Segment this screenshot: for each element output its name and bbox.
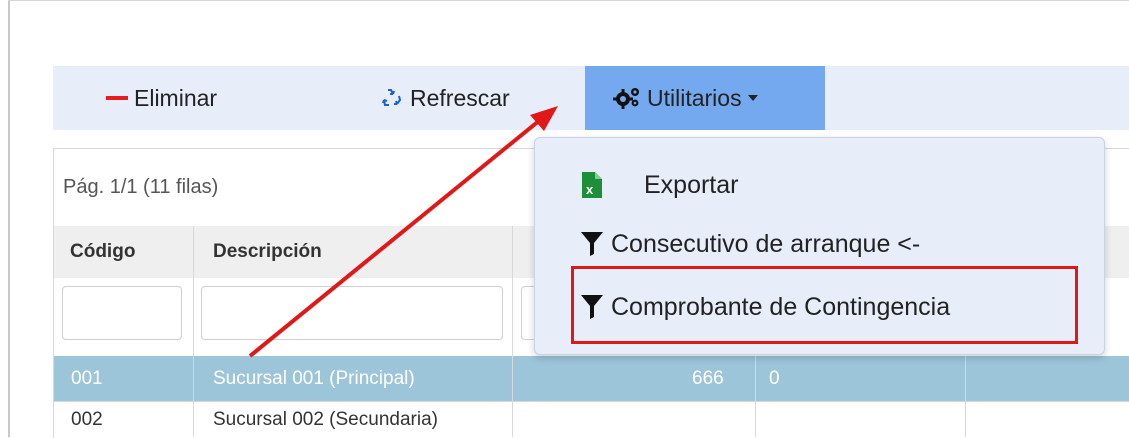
column-divider <box>755 356 756 437</box>
funnel-icon <box>581 295 603 319</box>
eliminar-button[interactable]: Eliminar <box>106 66 217 130</box>
column-header-codigo[interactable]: Código <box>70 226 135 278</box>
column-divider <box>512 226 513 437</box>
cell-codigo: 002 <box>71 409 103 430</box>
frame-border-top <box>8 0 1129 1</box>
row-divider <box>54 401 1129 402</box>
caret-down-icon <box>747 95 758 101</box>
cell-extra: 0 <box>769 368 780 389</box>
utilitarios-label: Utilitarios <box>647 84 742 111</box>
column-divider <box>965 356 966 437</box>
svg-text:x: x <box>586 182 594 197</box>
refrescar-label: Refrescar <box>410 84 510 111</box>
menu-item-label: Consecutivo de arranque <- <box>611 229 921 258</box>
cell-descripcion: Sucursal 001 (Principal) <box>213 368 415 389</box>
eliminar-label: Eliminar <box>134 84 218 111</box>
excel-icon: x <box>582 172 602 198</box>
menu-item-comprobante-de-contingencia[interactable]: Comprobante de Contingencia <box>535 282 1104 332</box>
column-header-descripcion[interactable]: Descripción <box>213 226 322 278</box>
recycle-icon <box>380 86 404 110</box>
utilitarios-dropdown-button[interactable]: Utilitarios <box>585 66 825 130</box>
menu-item-consecutivo-de-arranque[interactable]: Consecutivo de arranque <- <box>535 219 1104 269</box>
cell-valor: 666 <box>692 368 724 389</box>
gears-icon <box>613 86 641 110</box>
menu-item-label: Comprobante de Contingencia <box>611 292 951 321</box>
frame-border-left <box>8 0 10 437</box>
minus-icon <box>106 96 128 100</box>
toolbar: Eliminar Refrescar Utilitarios <box>53 66 1129 130</box>
menu-item-exportar[interactable]: x Exportar <box>535 160 1104 210</box>
cell-descripcion: Sucursal 002 (Secundaria) <box>213 409 438 430</box>
refrescar-button[interactable]: Refrescar <box>380 66 510 130</box>
utilitarios-dropdown-menu: x Exportar Consecutivo de arranque <- Co… <box>534 137 1105 355</box>
menu-item-label: Exportar <box>644 170 739 199</box>
page-info: Pág. 1/1 (11 filas) <box>63 176 219 198</box>
funnel-icon <box>581 232 603 256</box>
column-divider <box>193 226 194 437</box>
cell-codigo: 001 <box>71 368 103 389</box>
filter-input-descripcion[interactable] <box>201 286 503 340</box>
filter-input-codigo[interactable] <box>62 286 182 340</box>
